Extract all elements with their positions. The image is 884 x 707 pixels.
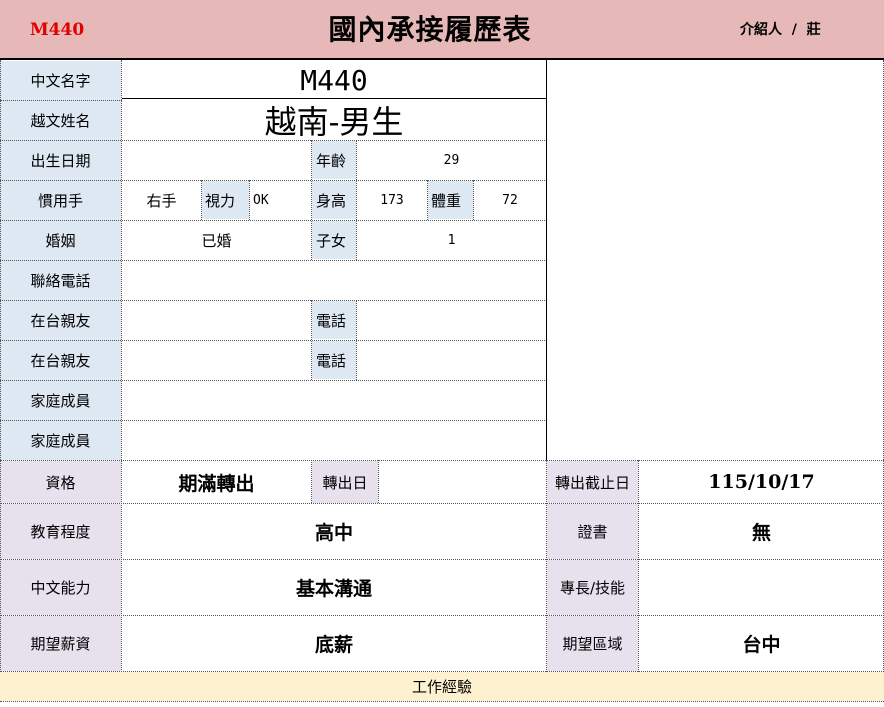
divider [0,380,547,381]
divider [356,140,357,260]
divider [0,140,547,141]
label-children: 子女 [312,221,356,259]
value-qualification: 期滿轉出 [178,472,255,495]
introducer-name: 莊 [806,22,821,38]
divider [201,180,202,220]
label-relatives-1: 在台親友 [0,300,121,340]
value-chinese-name: M440 [300,63,368,97]
label-qualification: 資格 [0,461,121,503]
value-expected-salary: 底薪 [314,634,353,656]
value-birth-date [122,140,311,180]
value-marriage: 已婚 [201,231,232,250]
label-marriage: 婚姻 [0,220,121,260]
value-height: 173 [380,192,404,208]
label-chinese-ability: 中文能力 [0,560,121,615]
label-certificate: 證書 [547,504,638,559]
label-chinese-name: 中文名字 [0,61,121,100]
divider [0,100,122,101]
label-vietnamese-name: 越文姓名 [0,100,121,140]
divider [0,460,884,461]
divider [0,260,547,261]
value-certificate: 無 [751,522,771,544]
label-family-2: 家庭成員 [0,420,121,460]
divider [122,98,547,99]
label-education: 教育程度 [0,504,121,559]
label-phone: 聯絡電話 [0,260,121,300]
value-specialty [639,560,884,615]
label-birth-date: 出生日期 [0,140,121,180]
value-phone [122,260,546,300]
label-family-1: 家庭成員 [0,380,121,420]
divider [0,671,884,672]
label-handedness: 慣用手 [0,180,121,220]
divider [121,60,122,672]
divider [638,460,639,672]
divider [0,300,547,301]
divider [0,420,547,421]
label-specialty: 專長/技能 [547,560,638,615]
introducer-label: 介紹人 [740,22,782,38]
divider [546,460,547,672]
label-relative-phone-2: 電話 [312,341,356,379]
label-expected-area: 期望區域 [547,616,638,671]
introducer: 介紹人 / 莊 [740,18,860,42]
divider [0,503,884,504]
label-relative-phone-1: 電話 [312,301,356,339]
divider [0,701,884,702]
divider [0,60,1,672]
divider [311,300,312,380]
value-weight: 72 [502,192,518,208]
divider [0,180,547,181]
divider [546,60,547,460]
divider [311,460,312,503]
worker-code: M440 [29,20,85,40]
value-chinese-ability: 基本溝通 [295,578,372,600]
label-transfer-deadline: 轉出截止日 [547,461,638,503]
value-handedness: 右手 [146,191,177,210]
divider [473,180,474,220]
work-experience-header: 工作經驗 [0,672,884,701]
divider [311,140,312,260]
label-transfer-date: 轉出日 [312,461,378,503]
value-vision: OK [253,192,269,208]
divider [378,460,379,503]
value-children: 1 [447,232,456,248]
label-vision: 視力 [202,181,249,219]
divider [249,180,250,220]
label-weight: 體重 [428,181,473,219]
value-vietnamese-name: 越南-男生 [264,103,404,141]
label-age: 年齡 [312,141,356,179]
introducer-separator: / [791,22,797,38]
label-relatives-2: 在台親友 [0,340,121,380]
divider [0,340,547,341]
value-transfer-date [379,461,546,503]
value-age: 29 [443,152,460,168]
divider [0,559,884,560]
label-expected-salary: 期望薪資 [0,616,121,671]
photo-area [547,61,884,460]
value-education: 高中 [314,522,353,544]
value-transfer-deadline: 115/10/17 [708,471,815,493]
label-height: 身高 [312,181,356,219]
divider [0,220,547,221]
divider [427,180,428,220]
value-expected-area: 台中 [742,634,781,656]
page-title: 國內承接履歷表 [328,13,532,46]
divider [356,300,357,380]
divider [0,615,884,616]
